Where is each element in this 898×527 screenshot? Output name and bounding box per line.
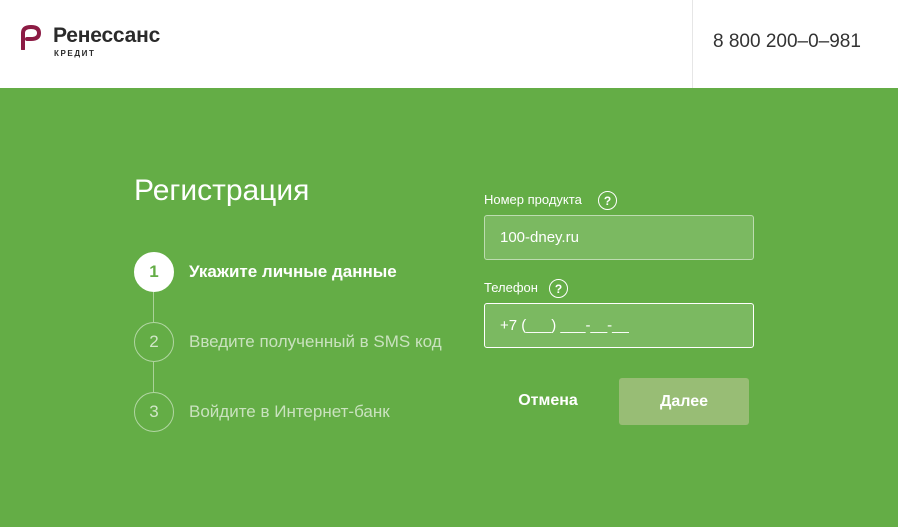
cancel-button[interactable]: Отмена [500, 378, 596, 424]
phone-number[interactable]: 8 800 200–0–981 [713, 31, 861, 53]
step-1-label: Укажите личные данные [189, 262, 397, 281]
logo-subtitle: КРЕДИТ [54, 49, 96, 58]
page-title: Регистрация [134, 174, 310, 207]
logo[interactable]: Ренессанс КРЕДИТ [20, 24, 190, 60]
product-label: Номер продукта [484, 192, 582, 207]
step-2-number: 2 [134, 322, 174, 362]
step-1-number: 1 [134, 252, 174, 292]
header-divider [692, 0, 693, 88]
step-3-label: Войдите в Интернет-банк [189, 402, 390, 421]
question-circle-icon[interactable]: ? [598, 191, 617, 210]
phone-input[interactable] [484, 303, 754, 348]
product-input[interactable] [484, 215, 754, 260]
next-button[interactable]: Далее [619, 378, 749, 425]
step-3-number: 3 [134, 392, 174, 432]
step-connector [153, 292, 154, 322]
step-connector [153, 362, 154, 392]
question-circle-icon[interactable]: ? [549, 279, 568, 298]
header: Ренессанс КРЕДИТ 8 800 200–0–981 [0, 0, 898, 88]
step-2-label: Введите полученный в SMS код [189, 332, 442, 351]
phone-label: Телефон [484, 280, 538, 295]
renaissance-logo-icon [21, 25, 41, 50]
logo-name: Ренессанс [53, 24, 161, 47]
